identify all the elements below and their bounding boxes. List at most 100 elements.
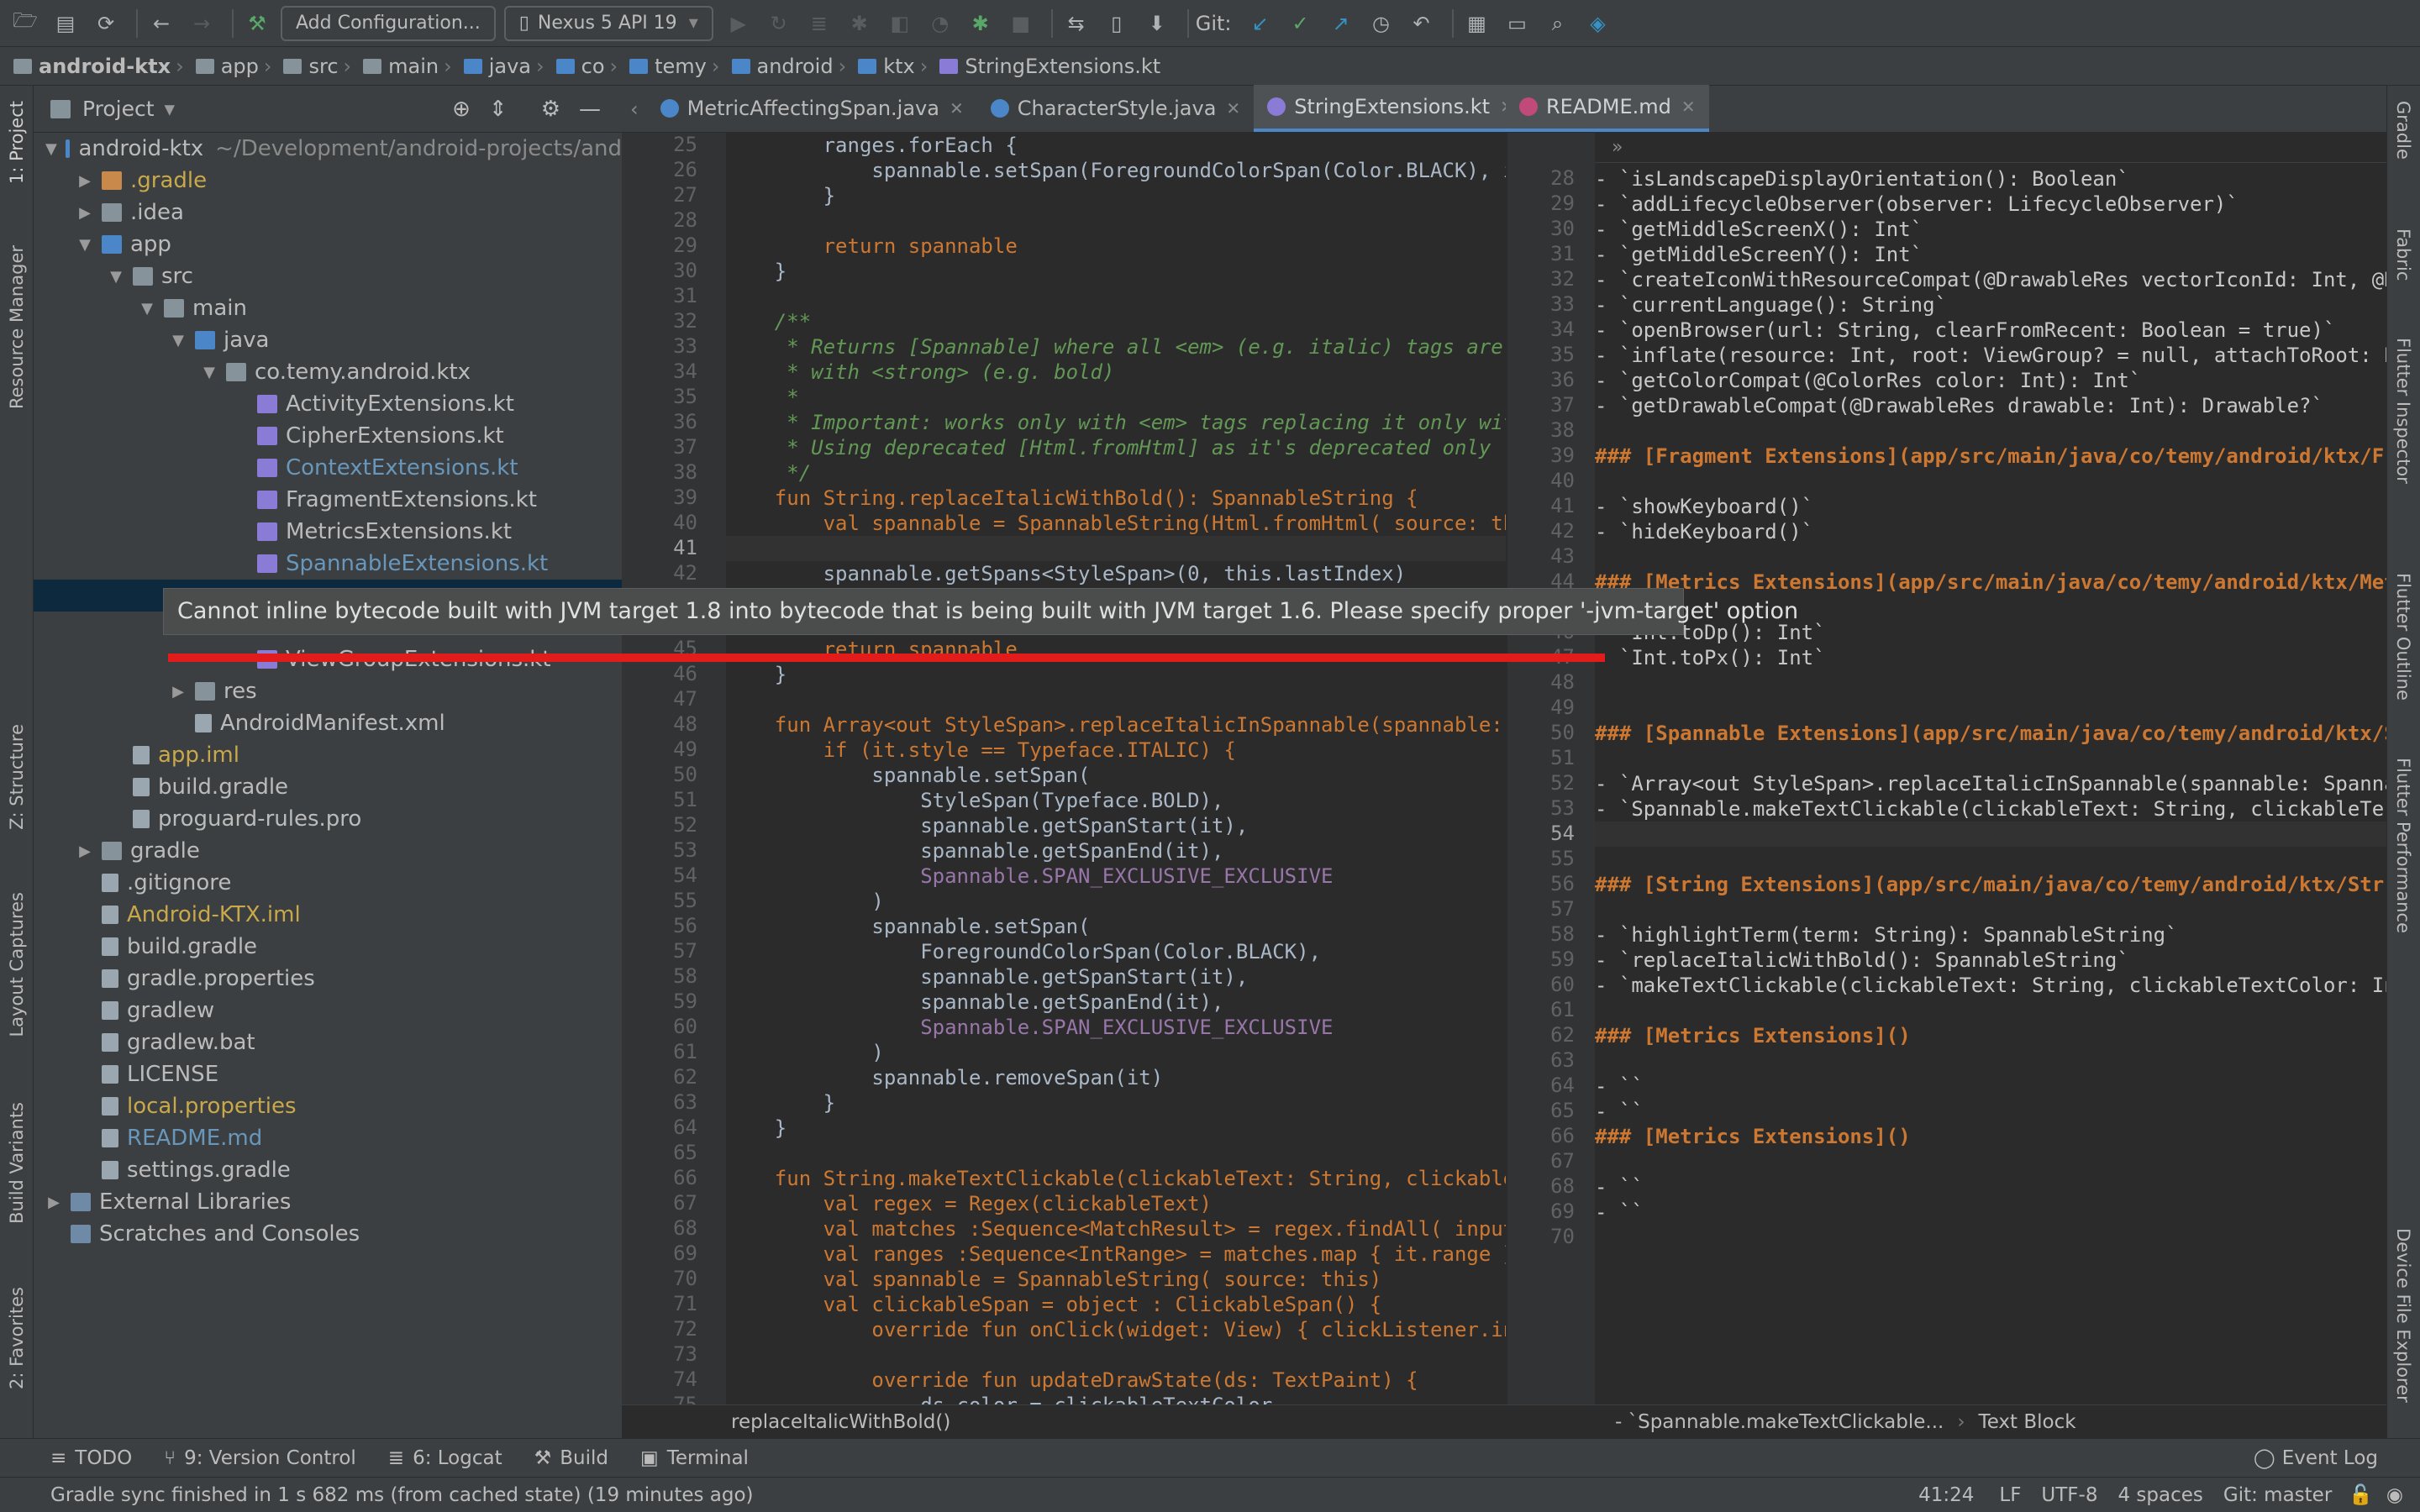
tab-readme[interactable]: README.md ✕ <box>1506 85 1709 132</box>
tree-item[interactable]: AndroidManifest.xml <box>34 707 622 739</box>
tree-item[interactable]: ▶ gradle <box>34 835 622 867</box>
editor-tab[interactable]: MetricAffectingSpan.java ✕ <box>647 85 977 132</box>
scroll-tabs-left-icon[interactable]: ‹ <box>630 97 639 121</box>
revert-icon[interactable]: ↶ <box>1405 7 1439 40</box>
lock-icon[interactable]: 🔓 <box>2349 1483 2373 1506</box>
breadcrumb-item[interactable]: android › <box>731 55 850 78</box>
tab-flutter-outline[interactable]: Flutter Outline <box>2393 573 2413 701</box>
back-icon[interactable]: ← <box>145 7 178 40</box>
code-editor-left[interactable]: ranges.forEach { spannable.setSpan(Foreg… <box>726 133 1506 1404</box>
chevron-down-icon[interactable]: ▼ <box>139 300 155 318</box>
close-icon[interactable]: ✕ <box>950 98 964 118</box>
save-icon[interactable]: ▤ <box>49 7 82 40</box>
gradle-sync-icon[interactable]: ⇆ <box>1060 7 1093 40</box>
tab-layout-captures[interactable]: Layout Captures <box>7 892 27 1037</box>
tree-item[interactable]: CipherExtensions.kt <box>34 420 622 452</box>
line-separator[interactable]: LF <box>1999 1484 2021 1506</box>
sdk-manager-icon[interactable]: ⬇ <box>1140 7 1174 40</box>
git-push-icon[interactable]: ↗ <box>1324 7 1358 40</box>
tree-item[interactable]: ▼ app <box>34 228 622 260</box>
chevron-down-icon[interactable]: ▼ <box>108 268 124 286</box>
apply-changes-icon[interactable]: ✱ <box>964 7 997 40</box>
build-hammer-icon[interactable]: ⚒ <box>240 7 274 40</box>
collapse-all-icon[interactable]: ⇕ <box>489 97 508 122</box>
debug-icon[interactable]: ✱ <box>843 7 876 40</box>
close-icon[interactable]: ✕ <box>1226 98 1240 118</box>
tree-item[interactable]: Android-KTX.iml <box>34 899 622 931</box>
tree-item[interactable]: .gitignore <box>34 867 622 899</box>
file-encoding[interactable]: UTF-8 <box>2041 1484 2097 1506</box>
tab-structure[interactable]: Z: Structure <box>7 724 27 830</box>
tree-item[interactable]: app.iml <box>34 739 622 771</box>
history-icon[interactable]: ◷ <box>1365 7 1398 40</box>
tree-item[interactable]: ▶ .gradle <box>34 165 622 197</box>
search-everywhere-icon[interactable]: ⌕ <box>1541 7 1575 40</box>
tree-item[interactable]: MetricsExtensions.kt <box>34 516 622 548</box>
tab-project[interactable]: 1: Project <box>7 101 27 184</box>
tree-item[interactable]: FragmentExtensions.kt <box>34 484 622 516</box>
indent-setting[interactable]: 4 spaces <box>2118 1484 2202 1506</box>
tree-item[interactable]: ▶ .idea <box>34 197 622 228</box>
tree-item[interactable]: Scratches and Consoles <box>34 1218 622 1250</box>
tree-item[interactable]: ▼ android-ktx ~/Development/android-projec… <box>34 133 622 165</box>
chevron-right-icon[interactable]: ▶ <box>45 1194 62 1211</box>
breadcrumb-item[interactable]: StringExtensions.kt <box>939 55 1160 78</box>
chevron-down-icon[interactable]: ▼ <box>76 236 93 254</box>
tree-item[interactable]: SpannableExtensions.kt <box>34 548 622 580</box>
project-view-selector[interactable]: Project <box>82 97 155 121</box>
close-icon[interactable]: ✕ <box>1681 97 1696 117</box>
tree-item[interactable]: ▶ External Libraries <box>34 1186 622 1218</box>
inspector-icon[interactable]: ◉ <box>2386 1484 2403 1506</box>
tab-resource-manager[interactable]: Resource Manager <box>7 245 27 409</box>
project-structure-icon[interactable]: ▦ <box>1460 7 1494 40</box>
md-breadcrumb-block[interactable]: - `Spannable.makeTextClickable... <box>1615 1411 1944 1433</box>
tree-item[interactable]: ▶ res <box>34 675 622 707</box>
tree-item[interactable]: local.properties <box>34 1090 622 1122</box>
caret-position[interactable]: 41:24 <box>1918 1484 1974 1506</box>
tab-device-file-explorer[interactable]: Device File Explorer <box>2393 1228 2413 1403</box>
tree-item[interactable]: ▼ src <box>34 260 622 292</box>
chevron-down-icon[interactable]: ▾ <box>165 97 176 121</box>
breadcrumb-item[interactable]: co › <box>555 55 622 78</box>
tree-item[interactable]: settings.gradle <box>34 1154 622 1186</box>
tree-item[interactable]: gradle.properties <box>34 963 622 995</box>
tree-item[interactable]: build.gradle <box>34 931 622 963</box>
tool-window-button[interactable]: ⑂ 9: Version Control <box>164 1447 356 1469</box>
git-commit-icon[interactable]: ✓ <box>1284 7 1318 40</box>
breadcrumb-item[interactable]: app › <box>195 55 276 78</box>
git-update-icon[interactable]: ↙ <box>1244 7 1277 40</box>
tool-window-button[interactable]: ≣ 6: Logcat <box>388 1447 502 1469</box>
chevron-right-icon[interactable]: ▶ <box>170 683 187 701</box>
breadcrumb-item[interactable]: src › <box>283 55 355 78</box>
markdown-editor[interactable]: - `isLandscapeDisplayOrientation(): Bool… <box>1595 133 2386 1404</box>
tab-build-variants[interactable]: Build Variants <box>7 1102 27 1224</box>
tree-item[interactable]: build.gradle <box>34 771 622 803</box>
editor-tab[interactable]: CharacterStyle.java ✕ <box>977 85 1254 132</box>
stop-icon[interactable]: ■ <box>1004 7 1038 40</box>
tab-favorites[interactable]: 2: Favorites <box>7 1287 27 1389</box>
forward-icon[interactable]: → <box>185 7 218 40</box>
tree-item[interactable]: LICENSE <box>34 1058 622 1090</box>
chevron-right-icon[interactable]: ▶ <box>76 204 93 222</box>
tab-fabric[interactable]: Fabric <box>2393 228 2413 281</box>
md-breadcrumb-type[interactable]: Text Block <box>1979 1411 2076 1433</box>
device-selector[interactable]: ▯ Nexus 5 API 19 ▾ <box>503 5 713 41</box>
tree-item[interactable]: ContextExtensions.kt <box>34 452 622 484</box>
breadcrumb-item[interactable]: main › <box>363 55 455 78</box>
tree-item[interactable]: gradlew <box>34 995 622 1026</box>
git-branch[interactable]: Git: master <box>2223 1484 2332 1506</box>
tree-item[interactable]: README.md <box>34 1122 622 1154</box>
tree-item[interactable]: ▼ java <box>34 324 622 356</box>
event-log-button[interactable]: ◯ Event Log <box>2254 1447 2378 1469</box>
avd-manager-icon[interactable]: ▯ <box>1100 7 1134 40</box>
status-message[interactable]: Gradle sync finished in 1 s 682 ms (from… <box>50 1484 1918 1506</box>
attach-debugger-icon[interactable]: ◔ <box>923 7 957 40</box>
breadcrumb-item[interactable]: android-ktx › <box>13 55 187 78</box>
chevron-right-icon[interactable]: ▶ <box>76 172 93 190</box>
open-icon[interactable]: 🗁 <box>8 7 42 40</box>
gear-icon[interactable]: ⚙ <box>541 97 560 122</box>
tab-gradle[interactable]: Gradle <box>2393 101 2413 160</box>
locate-icon[interactable]: ⊕ <box>452 97 471 122</box>
tree-item[interactable]: ActivityExtensions.kt <box>34 388 622 420</box>
plugin-icon[interactable]: ◈ <box>1581 7 1615 40</box>
